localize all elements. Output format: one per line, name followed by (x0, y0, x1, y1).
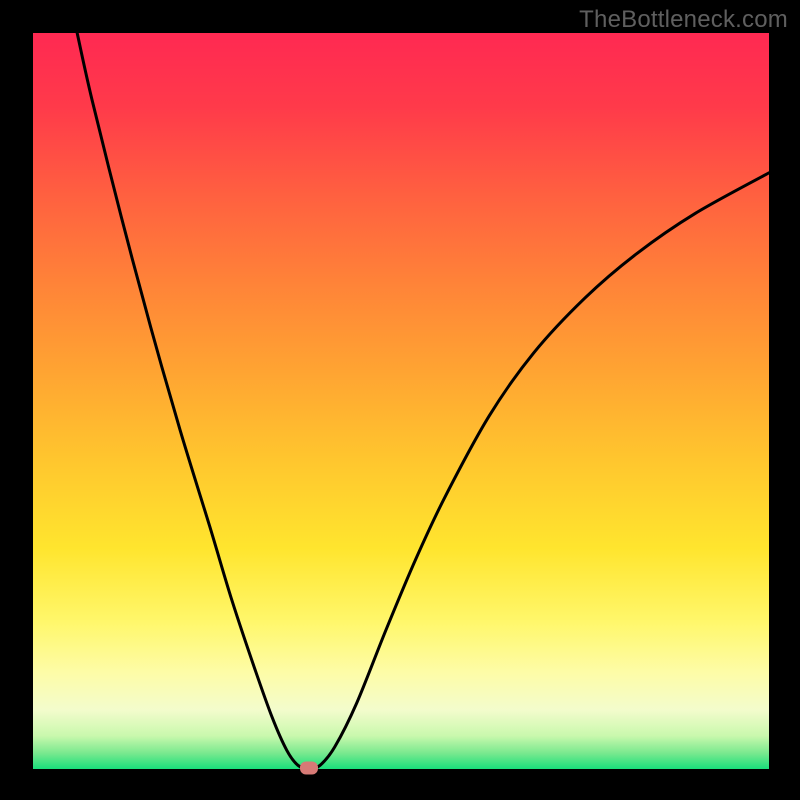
watermark-text: TheBottleneck.com (579, 6, 788, 34)
bottleneck-chart (0, 0, 800, 800)
plot-background (33, 33, 769, 769)
optimal-marker (300, 762, 318, 775)
chart-frame: TheBottleneck.com (0, 0, 800, 800)
